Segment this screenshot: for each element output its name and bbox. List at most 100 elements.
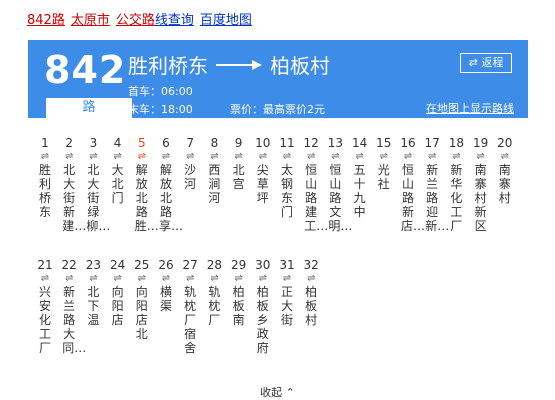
stop-index: 31 — [279, 258, 295, 272]
up-down-arrow-icon: ⇌ — [234, 273, 243, 284]
stop-name: 正大街 — [280, 285, 293, 327]
stop-index: 5 — [137, 136, 146, 150]
stop-item[interactable]: 13 ⇌ 恒山路文明… — [324, 135, 353, 233]
up-down-arrow-icon: ⇌ — [258, 273, 267, 284]
stop-name: 恒山路建工… — [304, 163, 329, 233]
stop-item[interactable]: 8 ⇌ 西涧河 — [203, 135, 225, 205]
up-down-arrow-icon: ⇌ — [113, 151, 122, 162]
stop-index: 3 — [89, 136, 98, 150]
route-title-link[interactable]: 842路 — [27, 13, 65, 28]
stop-item[interactable]: 14 ⇌ 五十九中 — [349, 135, 371, 219]
stop-item[interactable]: 9 ⇌ 北宫 — [228, 135, 250, 191]
up-down-arrow-icon: ⇌ — [476, 151, 485, 162]
stop-index: 4 — [113, 136, 122, 150]
up-down-arrow-icon: ⇌ — [379, 151, 388, 162]
stop-index: 19 — [472, 136, 489, 150]
up-down-arrow-icon: ⇌ — [306, 151, 316, 162]
city-link[interactable]: 太原市 — [71, 13, 110, 28]
up-down-arrow-icon: ⇌ — [282, 151, 292, 162]
up-down-arrow-icon: ⇌ — [137, 151, 146, 162]
stop-item[interactable]: 10 ⇌ 尖草坪 — [252, 135, 274, 205]
stop-item[interactable]: 23 ⇌ 北下温 — [82, 257, 104, 327]
stop-item[interactable]: 6 ⇌ 解放北路享… — [155, 135, 183, 233]
stop-item[interactable]: 5 ⇌ 解放北路胜… — [131, 135, 159, 233]
stop-name: 向阳店 — [111, 285, 124, 327]
stop-item[interactable]: 27 ⇌ 轨枕厂宿舍 — [179, 257, 201, 355]
stop-item[interactable]: 31 ⇌ 正大街 — [276, 257, 298, 327]
up-down-arrow-icon: ⇌ — [306, 273, 316, 284]
stop-name: 恒山路新店… — [401, 163, 426, 233]
stop-name: 南寨村 — [498, 163, 511, 205]
stop-index: 22 — [61, 258, 77, 272]
stop-index: 26 — [158, 258, 174, 272]
stop-item[interactable]: 28 ⇌ 轨枕厂 — [203, 257, 225, 327]
stop-index: 1 — [41, 136, 49, 150]
stop-item[interactable]: 19 ⇌ 南寨村新区 — [470, 135, 492, 233]
stop-name: 轨枕厂 — [208, 285, 221, 327]
baidu-map-link[interactable]: 百度地图 — [200, 13, 252, 28]
up-down-arrow-icon: ⇌ — [331, 151, 340, 162]
stop-index: 17 — [424, 136, 440, 150]
stop-item[interactable]: 29 ⇌ 柏板南 — [228, 257, 250, 327]
route-from: 胜利桥东 — [128, 54, 208, 78]
stop-name: 北大街新建… — [62, 163, 87, 233]
stop-index: 12 — [303, 136, 319, 150]
up-down-arrow-icon: ⇌ — [64, 273, 74, 284]
stop-index: 14 — [351, 136, 368, 150]
stop-name: 尖草坪 — [256, 163, 269, 205]
query-link[interactable]: 线查询 — [155, 13, 194, 28]
stop-index: 30 — [255, 258, 271, 272]
stop-item[interactable]: 30 ⇌ 柏板乡政府 — [252, 257, 274, 355]
up-down-arrow-icon: ⇌ — [113, 273, 122, 284]
up-down-arrow-icon: ⇌ — [210, 273, 219, 284]
stop-index: 11 — [279, 136, 295, 150]
stop-item[interactable]: 32 ⇌ 柏板村 — [300, 257, 322, 327]
up-down-arrow-icon: ⇌ — [161, 151, 171, 162]
stop-name: 新兰路迎新… — [425, 163, 450, 233]
up-down-arrow-icon: ⇌ — [500, 151, 509, 162]
stop-item[interactable]: 1 ⇌ 胜利桥东 — [34, 135, 56, 219]
right-long-arrow-icon — [216, 59, 262, 71]
up-down-arrow-icon: ⇌ — [40, 151, 50, 162]
stop-index: 20 — [497, 136, 513, 150]
stop-item[interactable]: 26 ⇌ 横渠 — [155, 257, 177, 313]
up-down-arrow-icon: ⇌ — [210, 151, 219, 162]
stop-item[interactable]: 16 ⇌ 恒山路新店… — [397, 135, 426, 233]
up-down-arrow-icon: ⇌ — [185, 151, 195, 162]
stop-index: 18 — [448, 136, 465, 150]
route-number: 842 — [44, 48, 127, 92]
stop-name: 西涧河 — [208, 163, 221, 205]
stop-item[interactable]: 12 ⇌ 恒山路建工… — [300, 135, 329, 233]
stop-item[interactable]: 2 ⇌ 北大街新建… — [58, 135, 87, 233]
stop-item[interactable]: 22 ⇌ 新兰路大同… — [58, 257, 87, 355]
stop-item[interactable]: 25 ⇌ 向阳店北 — [131, 257, 153, 341]
stop-name: 北宫 — [232, 163, 245, 191]
stop-item[interactable]: 21 ⇌ 兴安化工厂 — [34, 257, 56, 355]
stop-item[interactable]: 24 ⇌ 向阳店 — [107, 257, 129, 327]
stop-item[interactable]: 17 ⇌ 新兰路迎新… — [421, 135, 450, 233]
stop-name: 北大街绿柳… — [86, 163, 111, 233]
stop-name: 柏板乡政府 — [256, 285, 269, 355]
breadcrumb: 842路 太原市 公交路线查询 百度地图 — [27, 9, 252, 28]
up-down-arrow-icon: ⇌ — [234, 151, 243, 162]
stop-name: 北下温 — [87, 285, 100, 327]
fare-info: 票价：最高票价2元 — [230, 103, 325, 116]
show-route-on-map-link[interactable]: 在地图上显示路线 — [426, 100, 514, 116]
stop-index: 9 — [234, 136, 243, 150]
collapse-button[interactable]: 收起 ⌃ — [0, 384, 555, 400]
reverse-button[interactable]: ⇄ 返程 — [460, 53, 512, 73]
stop-index: 10 — [255, 136, 271, 150]
category-link[interactable]: 公交路 — [116, 13, 155, 28]
stop-item[interactable]: 20 ⇌ 南寨村 — [494, 135, 516, 205]
stop-item[interactable]: 7 ⇌ 沙河 — [179, 135, 201, 191]
stop-item[interactable]: 3 ⇌ 北大街绿柳… — [82, 135, 111, 233]
stop-name: 柏板村 — [305, 285, 318, 327]
stop-index: 25 — [134, 258, 150, 272]
stop-item[interactable]: 18 ⇌ 新华化工厂 — [445, 135, 467, 233]
stop-name: 光社 — [377, 163, 390, 191]
stop-item[interactable]: 11 ⇌ 太钢东门 — [276, 135, 298, 219]
route-card: 842 路 胜利桥东 柏板村 首车：06:00 末车：18:00 票价：最高票价… — [28, 40, 528, 118]
stop-item[interactable]: 15 ⇌ 光社 — [373, 135, 395, 191]
up-down-arrow-icon: ⇌ — [258, 151, 267, 162]
stop-item[interactable]: 4 ⇌ 大北门 — [107, 135, 129, 205]
